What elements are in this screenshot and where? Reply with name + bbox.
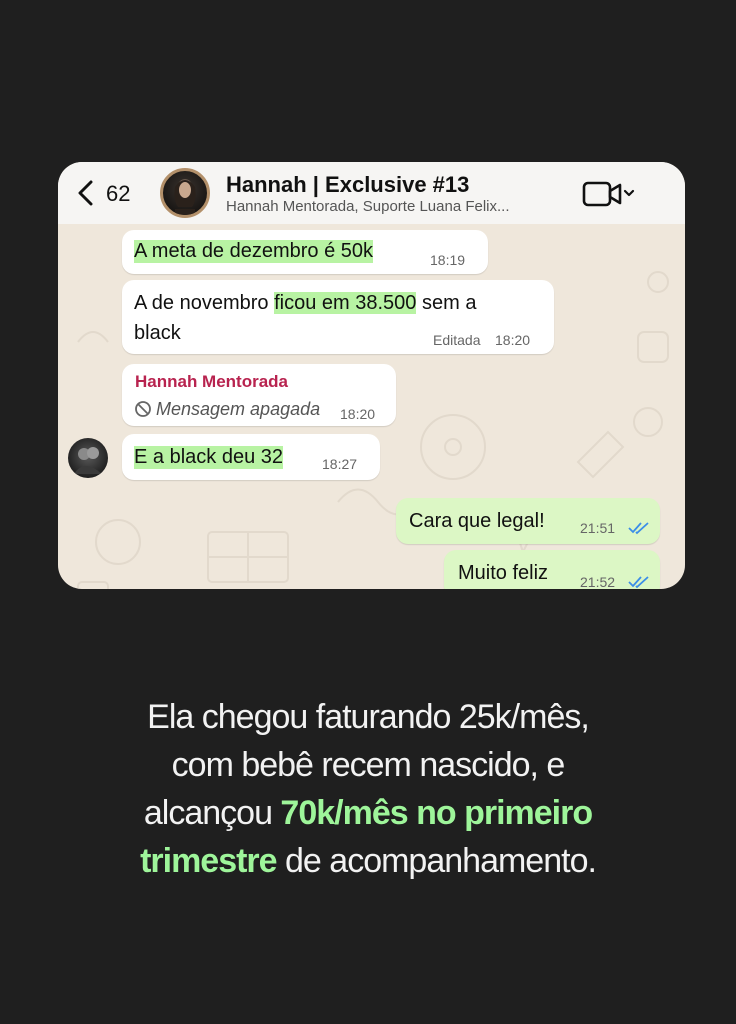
- message-time: 18:20: [495, 332, 531, 348]
- message-bubble-outgoing[interactable]: Cara que legal! 21:51: [396, 498, 660, 544]
- message-text: Muito feliz: [458, 562, 549, 584]
- avatar-photo: [74, 447, 102, 474]
- deleted-message-text: Mensagem apagada: [156, 399, 321, 419]
- message-time: 18:20: [340, 406, 376, 422]
- message-text-plain: A de novembro: [134, 292, 275, 314]
- caption-text-plain: de acompanhamento.: [276, 842, 597, 880]
- message-text: A meta de dezembro é 50k: [134, 240, 374, 263]
- message-text-line: black: [134, 322, 181, 344]
- caption-text: Ela chegou faturando 25k/mês, com bebê r…: [0, 693, 736, 885]
- message-text: E a black deu 32: [134, 446, 283, 469]
- message-time: 18:19: [430, 252, 466, 268]
- avatar-photo: [174, 179, 196, 215]
- chevron-left-icon[interactable]: [76, 180, 94, 206]
- message-bubble-incoming[interactable]: A de novembro ficou em 38.500 sem a blac…: [122, 280, 554, 354]
- message-text-highlight: ficou em 38.500: [274, 292, 417, 314]
- sender-avatar[interactable]: [68, 438, 108, 478]
- message-bubble-incoming[interactable]: A meta de dezembro é 50k 18:19: [122, 230, 488, 274]
- edited-label: Editada: [433, 332, 481, 348]
- double-check-icon: [628, 576, 649, 589]
- caption-highlight: trimestre: [140, 842, 278, 880]
- caption-line: Ela chegou faturando 25k/mês,: [147, 698, 590, 736]
- video-call-icon[interactable]: [582, 180, 640, 208]
- chat-title[interactable]: Hannah | Exclusive #13: [226, 172, 469, 198]
- caption-text-plain: alcançou: [143, 794, 281, 832]
- message-bubble-outgoing[interactable]: Muito feliz 21:52: [444, 550, 660, 589]
- message-time: 18:27: [322, 456, 358, 472]
- blocked-circle-icon: [135, 401, 151, 417]
- chat-header: 62 Hannah | Exclusive #13 Hannah Mentora…: [58, 162, 685, 224]
- message-bubble-deleted[interactable]: Hannah Mentorada Mensagem apagada 18:20: [122, 364, 396, 426]
- message-text: Cara que legal!: [409, 510, 545, 532]
- group-avatar[interactable]: [160, 168, 210, 218]
- message-text-line: A de novembro ficou em 38.500 sem a: [134, 292, 476, 315]
- caption-line: alcançou 70k/mês no primeiro: [0, 789, 736, 837]
- caption-line: com bebê recem nascido, e: [171, 746, 566, 784]
- caption-highlight: 70k/mês no primeiro: [280, 794, 593, 832]
- message-time: 21:51: [580, 520, 616, 536]
- sender-name[interactable]: Hannah Mentorada: [135, 372, 288, 392]
- chat-participants[interactable]: Hannah Mentorada, Suporte Luana Felix...: [226, 198, 510, 215]
- message-text-plain: sem a: [416, 292, 477, 314]
- caption-line: trimestre de acompanhamento.: [0, 837, 736, 885]
- message-bubble-incoming[interactable]: E a black deu 32 18:27: [122, 434, 380, 480]
- unread-count[interactable]: 62: [106, 181, 130, 207]
- message-time: 21:52: [580, 574, 616, 589]
- double-check-icon: [628, 522, 649, 535]
- chat-screenshot-card: 62 Hannah | Exclusive #13 Hannah Mentora…: [58, 162, 685, 589]
